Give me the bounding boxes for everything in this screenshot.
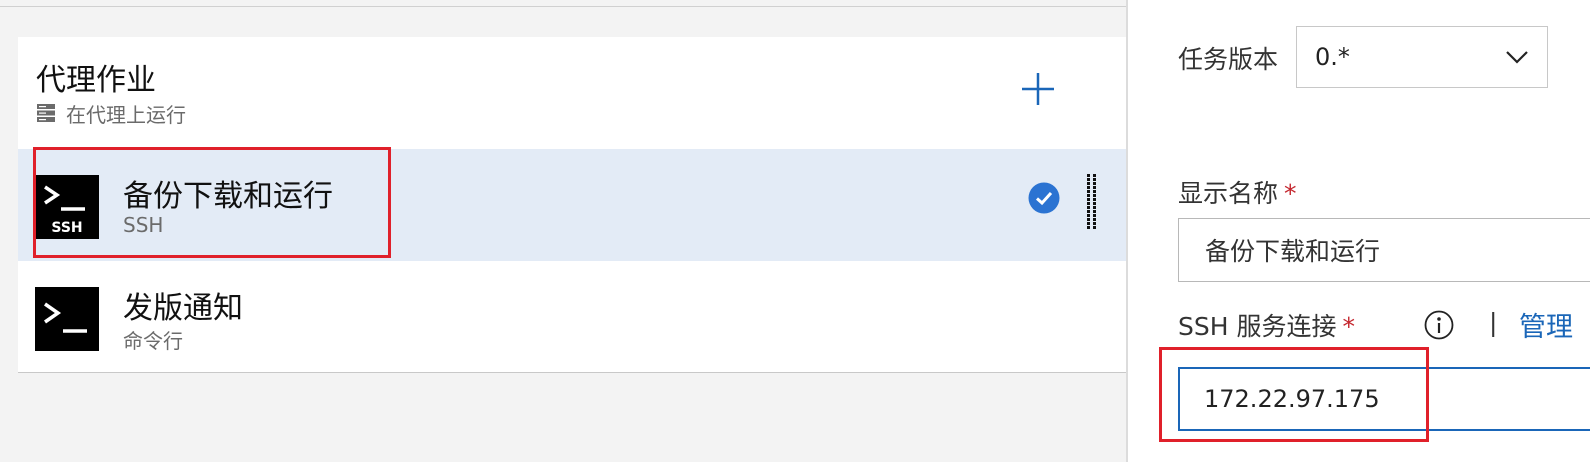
task-version-label: 任务版本 xyxy=(1178,45,1279,74)
agent-job-title: 代理作业 xyxy=(36,63,156,98)
agent-job-subtitle: 在代理上运行 xyxy=(36,101,186,127)
properties-pane: 任务版本 0.* 显示名称* SSH 服务连接* | 管理 xyxy=(1128,0,1590,462)
display-name-label-text: 显示名称 xyxy=(1178,179,1279,208)
ssh-connection-label: SSH 服务连接 * xyxy=(1178,307,1355,343)
task-name: 发版通知 xyxy=(123,291,243,326)
task-row-cmdline[interactable]: 发版通知 命令行 xyxy=(18,261,1126,373)
agent-job-subtitle-text: 在代理上运行 xyxy=(66,102,186,127)
info-icon[interactable] xyxy=(1424,310,1454,340)
drag-handle-icon[interactable] xyxy=(1084,173,1098,231)
separator: | xyxy=(1489,308,1498,337)
task-row-ssh[interactable]: SSH 备份下载和运行 SSH xyxy=(18,149,1126,261)
task-type: SSH xyxy=(123,213,164,237)
add-task-button[interactable] xyxy=(1018,69,1058,109)
ssh-icon-label: SSH xyxy=(51,220,82,236)
task-type: 命令行 xyxy=(123,329,183,353)
ssh-connection-input[interactable] xyxy=(1178,367,1590,431)
task-list-pane: 代理作业 在代理上运行 SSH 备份下载和运行 SSH 发版通知 命令行 xyxy=(0,0,1126,462)
display-name-input[interactable] xyxy=(1178,218,1590,282)
ssh-connection-label-text: SSH 服务连接 xyxy=(1178,312,1337,341)
task-name: 备份下载和运行 xyxy=(123,179,333,214)
chevron-down-icon xyxy=(1506,51,1528,64)
required-marker: * xyxy=(1284,179,1297,208)
terminal-icon xyxy=(35,287,99,351)
ssh-terminal-icon: SSH xyxy=(35,175,99,239)
server-icon xyxy=(37,104,55,122)
agent-job-header[interactable]: 代理作业 在代理上运行 xyxy=(18,37,1126,150)
task-list: 代理作业 在代理上运行 SSH 备份下载和运行 SSH 发版通知 命令行 xyxy=(18,37,1126,373)
task-version-select[interactable]: 0.* xyxy=(1296,26,1548,88)
task-version-value: 0.* xyxy=(1315,43,1350,71)
divider xyxy=(0,6,1126,7)
display-name-label: 显示名称 * xyxy=(1178,174,1297,210)
checkmark-circle-icon xyxy=(1028,182,1060,214)
manage-link[interactable]: 管理 xyxy=(1519,305,1573,344)
required-marker: * xyxy=(1342,312,1355,341)
